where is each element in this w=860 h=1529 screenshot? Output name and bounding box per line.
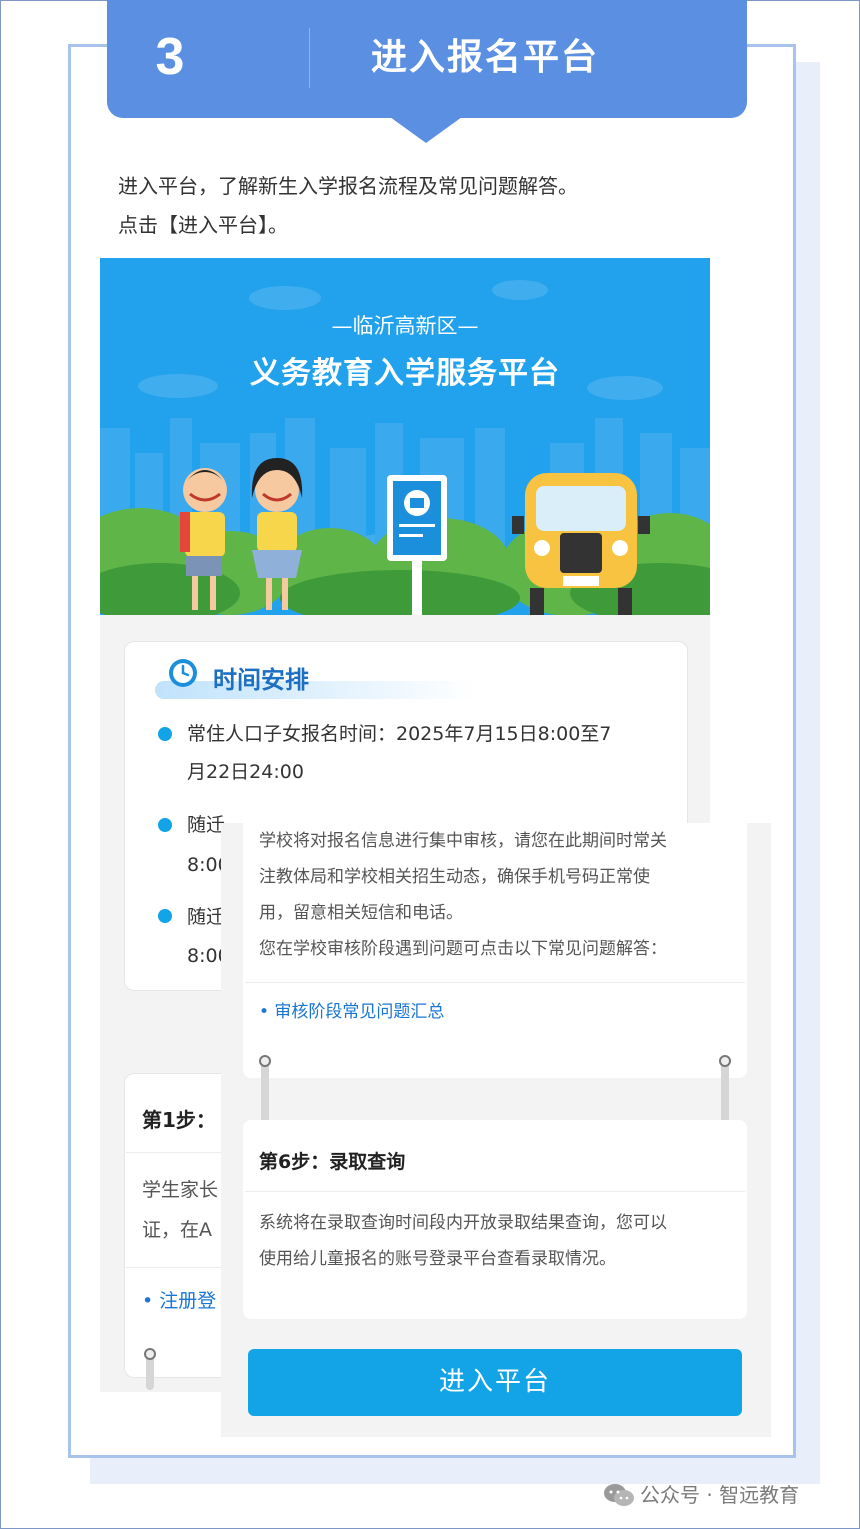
divider xyxy=(126,1152,222,1153)
platform-banner: —临沂高新区— 义务教育入学服务平台 xyxy=(100,258,710,615)
enter-platform-button[interactable]: 进入平台 xyxy=(248,1349,742,1416)
review-text: 您在学校审核阶段遇到问题可点击以下常见问题解答： xyxy=(259,939,667,959)
header-divider xyxy=(309,28,310,88)
banner-subtitle: —临沂高新区— xyxy=(331,314,479,338)
divider xyxy=(245,1191,745,1192)
review-text: 学校将对报名信息进行集中审核，请您在此期间时常关 xyxy=(259,831,667,851)
step1-text: 学生家长 xyxy=(142,1179,219,1201)
banner-title: 义务教育入学服务平台 xyxy=(250,356,560,391)
step6-text: 使用给儿童报名的账号登录平台查看录取情况。 xyxy=(259,1249,616,1269)
schedule-title-highlight xyxy=(155,681,475,699)
schedule-bullet xyxy=(158,909,172,923)
intro-text: 进入平台，了解新生入学报名流程及常见问题解答。 xyxy=(118,174,578,198)
review-text: 注教体局和学校相关招生动态，确保手机号码正常使 xyxy=(259,867,650,887)
header-pointer xyxy=(390,117,462,143)
connector-ring xyxy=(719,1055,731,1067)
review-text: 用，留意相关短信和电话。 xyxy=(259,903,463,923)
divider xyxy=(126,1267,222,1268)
schedule-item-1-line2: 月22日24:00 xyxy=(187,761,304,783)
section-title: 进入报名平台 xyxy=(370,37,599,78)
step-number: 3 xyxy=(155,28,185,86)
connector-ring xyxy=(144,1348,156,1360)
schedule-bullet xyxy=(158,818,172,832)
schedule-bullet xyxy=(158,727,172,741)
divider xyxy=(245,982,745,983)
intro-instruction: 点击【进入平台】。 xyxy=(118,213,288,237)
step1-text: 证，在A xyxy=(142,1219,212,1241)
step6-text: 系统将在录取查询时间段内开放录取结果查询，您可以 xyxy=(259,1213,667,1233)
schedule-title: 时间安排 xyxy=(213,666,309,694)
wechat-icon xyxy=(604,1484,634,1506)
review-faq-link[interactable]: • 审核阶段常见问题汇总 xyxy=(259,997,444,1027)
clock-icon xyxy=(169,659,197,687)
connector-ring xyxy=(259,1055,271,1067)
step6-title: 第6步：录取查询 xyxy=(259,1151,406,1173)
schedule-item-1-line1: 常住人口子女报名时间：2025年7月15日8:00至7 xyxy=(187,723,612,745)
watermark: 公众号 · 智远教育 xyxy=(640,1483,800,1507)
step1-title: 第1步： xyxy=(142,1108,216,1132)
step1-register-link[interactable]: • 注册登 xyxy=(142,1286,216,1316)
